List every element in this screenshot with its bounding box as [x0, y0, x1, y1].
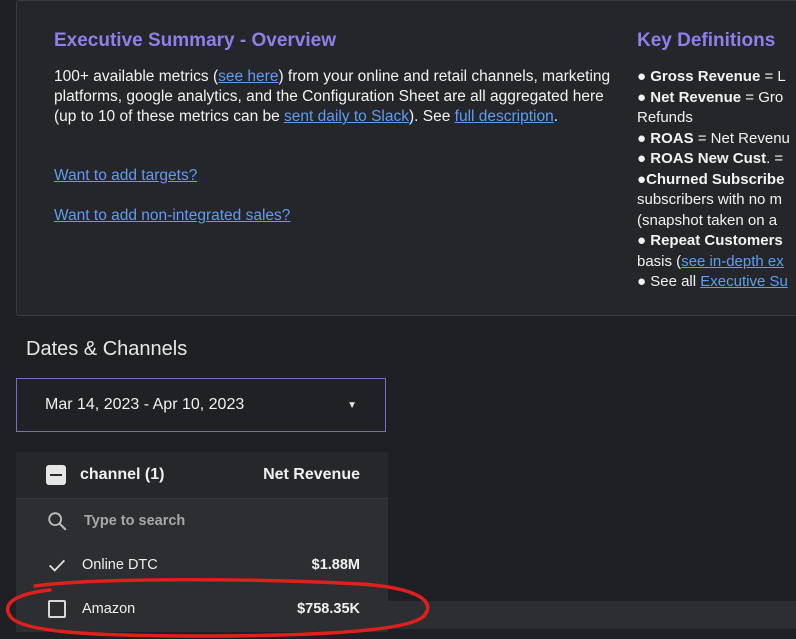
channel-filter-table: channel (1) Net Revenue Online DTC $1.88… [16, 452, 388, 632]
summary-text-part: 100+ available metrics ( [54, 68, 219, 85]
dates-channels-title: Dates & Channels [26, 338, 188, 360]
unchecked-checkbox-icon[interactable] [48, 600, 66, 618]
definition-basis-line: basis (see in-depth ex [637, 252, 784, 270]
see-here-link[interactable]: see here [218, 68, 278, 85]
channel-row-online-dtc[interactable]: Online DTC $1.88M [16, 543, 388, 587]
summary-text-part: ). See [408, 108, 455, 125]
summary-title: Executive Summary - Overview [54, 30, 336, 51]
sent-daily-to-slack-link[interactable]: sent daily to Slack [284, 108, 409, 125]
summary-description: 100+ available metrics (see here) from y… [54, 67, 614, 127]
net-revenue-column-label: Net Revenue [263, 466, 360, 483]
definition-repeat-customers: ● Repeat Customers [637, 232, 783, 249]
search-icon [48, 512, 67, 531]
executive-summary-link[interactable]: Executive Su [700, 273, 788, 290]
definition-gross-revenue: ● Gross Revenue = L [637, 68, 786, 85]
definition-churned-line3: (snapshot taken on a [637, 211, 778, 229]
definition-roas-new-cust: ● ROAS New Cust. = [637, 150, 784, 167]
full-description-link[interactable]: full description [455, 108, 554, 125]
channel-row-label: Online DTC [82, 557, 158, 573]
in-depth-explanation-link[interactable]: see in-depth ex [681, 253, 784, 270]
definition-churned-line2: subscribers with no m [637, 191, 783, 208]
definitions-list: ● Gross Revenue = L ● Net Revenue = Gro … [637, 67, 796, 293]
dropdown-caret-icon: ▼ [347, 399, 357, 411]
channel-column-label: channel (1) [80, 466, 165, 483]
channel-search-row [16, 499, 388, 543]
date-range-value: Mar 14, 2023 - Apr 10, 2023 [45, 396, 245, 413]
executive-summary-panel: Executive Summary - Overview 100+ availa… [16, 0, 796, 316]
definition-refunds-line: Refunds [637, 109, 693, 126]
select-all-minus-checkbox-icon[interactable] [46, 465, 66, 485]
definition-net-revenue: ● Net Revenue = Gro [637, 88, 784, 106]
summary-text-part: . [553, 108, 559, 125]
channel-row-label: Amazon [82, 601, 136, 617]
definition-see-all-line: ● See all Executive Su [637, 273, 788, 290]
channel-table-header: channel (1) Net Revenue [16, 452, 388, 499]
channel-row-amazon[interactable]: Amazon $758.35K [16, 587, 388, 631]
add-targets-link[interactable]: Want to add targets? [54, 167, 197, 185]
checkmark-icon [49, 559, 65, 572]
add-non-integrated-sales-link[interactable]: Want to add non-integrated sales? [54, 207, 290, 225]
channel-row-value: $758.35K [297, 601, 360, 617]
definition-churned-subscribers: ●Churned Subscribe [637, 170, 785, 188]
channel-search-input[interactable] [82, 512, 346, 530]
channel-row-value: $1.88M [311, 557, 360, 573]
key-definitions-title: Key Definitions [637, 30, 776, 51]
bottom-panel-edge [388, 601, 796, 629]
date-range-picker[interactable]: Mar 14, 2023 - Apr 10, 2023 ▼ [16, 378, 386, 432]
definition-roas: ● ROAS = Net Revenu [637, 129, 790, 147]
